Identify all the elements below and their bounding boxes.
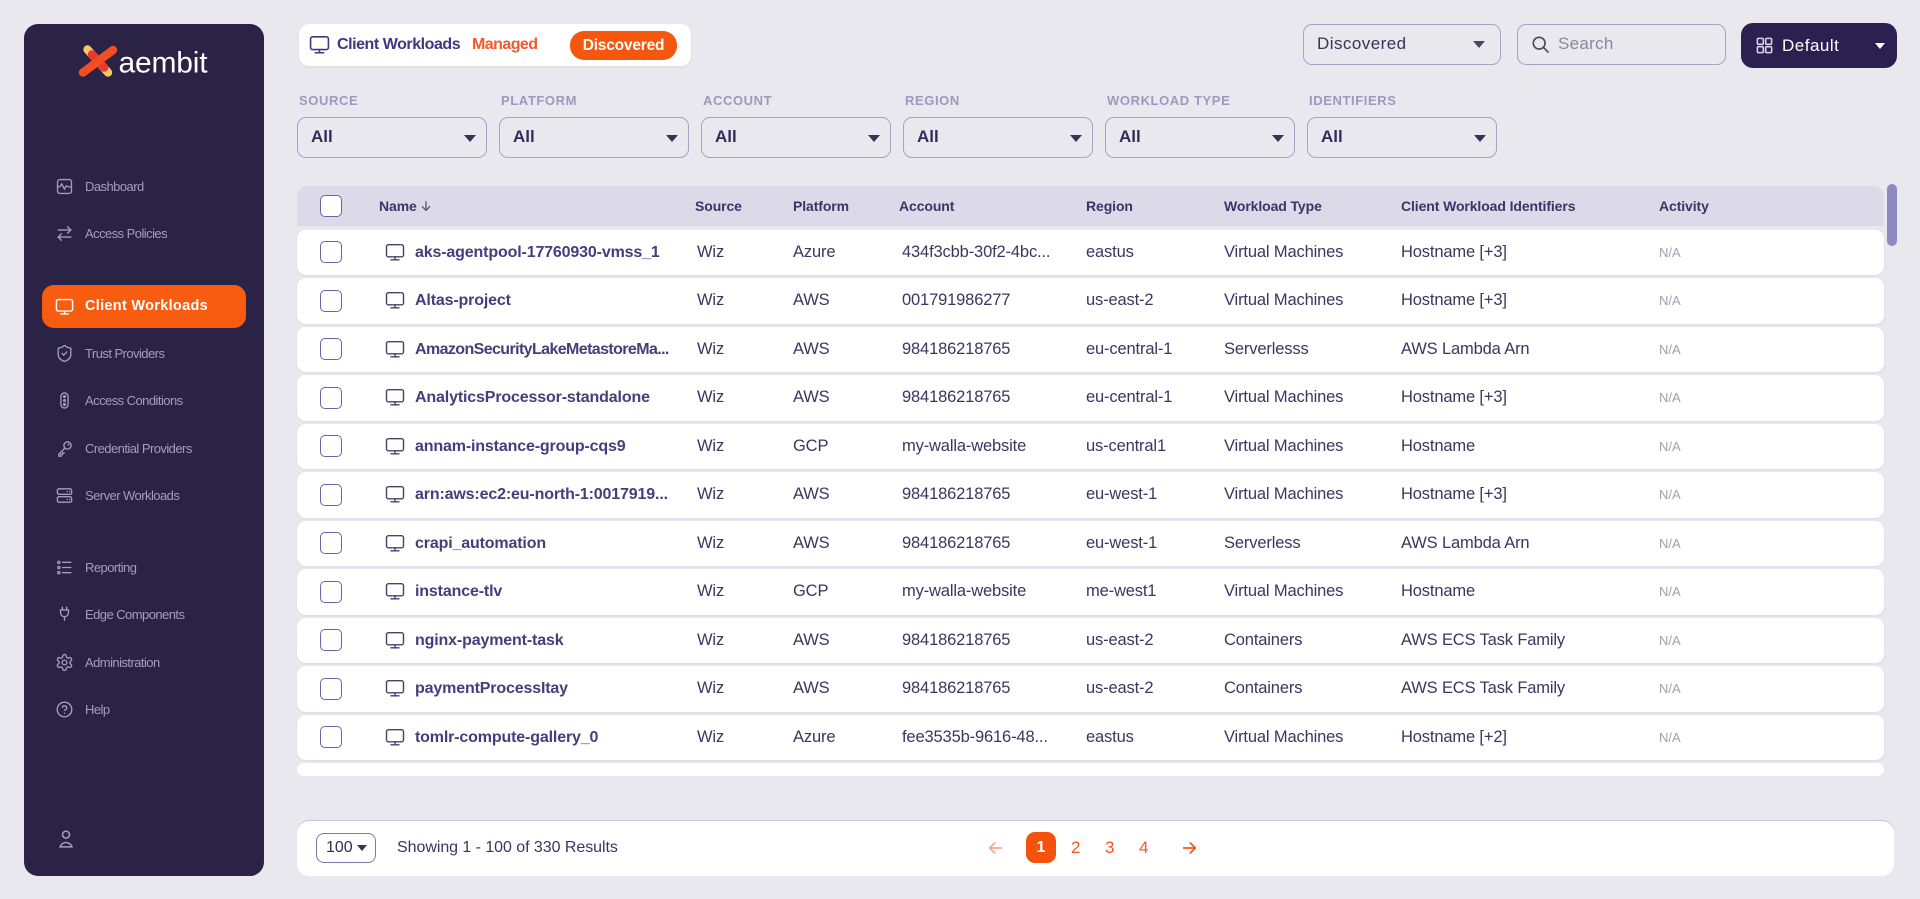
svg-text:aembit: aembit (119, 47, 209, 80)
